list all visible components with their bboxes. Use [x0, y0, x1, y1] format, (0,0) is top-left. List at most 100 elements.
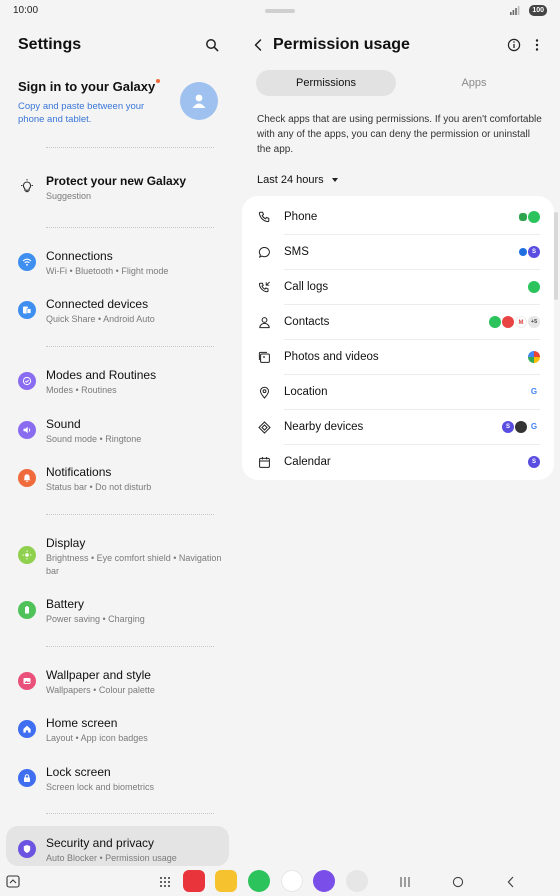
scrollbar[interactable] — [554, 212, 558, 300]
tab-bar: Permissions Apps — [256, 70, 544, 96]
time-range-dropdown[interactable]: Last 24 hours — [257, 174, 338, 186]
phone-icon — [258, 211, 270, 223]
dock-app-phone-icon[interactable] — [248, 870, 270, 892]
settings-item-title: Home screen — [46, 716, 118, 730]
app-icons: S — [519, 246, 540, 258]
time-range-label: Last 24 hours — [257, 174, 324, 186]
settings-item-subtitle: Wi-Fi • Bluetooth • Flight mode — [46, 266, 169, 276]
settings-item-connected-devices[interactable]: Connected devices Quick Share • Android … — [18, 297, 224, 329]
photos-icon — [258, 351, 270, 363]
permission-row-contacts[interactable]: Contacts M +5 — [242, 305, 554, 340]
dock-app-camera-icon[interactable] — [346, 870, 368, 892]
settings-item-modes-routines[interactable]: Modes and Routines Modes • Routines — [18, 368, 224, 400]
signal-icon — [510, 6, 520, 15]
routines-icon — [18, 372, 36, 390]
lock-icon — [18, 769, 36, 787]
messages-app-icon — [519, 248, 527, 256]
settings-item-title: Connections — [46, 249, 113, 263]
signin-subtitle: Copy and paste between your phone and ta… — [18, 101, 145, 125]
settings-item-subtitle: Screen lock and biometrics — [46, 782, 155, 792]
battery-level: 100 — [529, 5, 547, 16]
settings-item-sound[interactable]: Sound Sound mode • Ringtone — [18, 417, 224, 449]
message-icon — [258, 246, 270, 259]
app-icons: S G — [502, 421, 540, 433]
page-title: Permission usage — [273, 36, 410, 53]
settings-item-notifications[interactable]: Notifications Status bar • Do not distur… — [18, 465, 224, 497]
dock-app-flip-icon[interactable] — [183, 870, 205, 892]
settings-item-subtitle: Power saving • Charging — [46, 614, 145, 624]
permission-label: Phone — [284, 211, 318, 223]
tab-permissions[interactable]: Permissions — [256, 70, 396, 96]
permission-row-nearby-devices[interactable]: Nearby devices S G — [242, 410, 554, 445]
devices-icon — [18, 301, 36, 319]
settings-item-subtitle: Brightness • Eye comfort shield • Naviga… — [46, 553, 222, 576]
settings-item-subtitle: Wallpapers • Colour palette — [46, 685, 155, 695]
settings-item-subtitle: Status bar • Do not disturb — [46, 482, 152, 492]
location-icon — [259, 386, 270, 399]
permission-row-photos[interactable]: Photos and videos — [242, 340, 554, 375]
divider — [46, 813, 214, 814]
tab-apps[interactable]: Apps — [404, 70, 544, 96]
settings-item-protect-galaxy[interactable]: Protect your new Galaxy Suggestion — [18, 174, 224, 204]
more-options-icon[interactable] — [534, 38, 540, 52]
settings-item-title: Security and privacy — [46, 836, 155, 850]
screen: 10:00 100 Settings Sign in to your Galax… — [0, 0, 560, 896]
permission-row-call-logs[interactable]: Call logs — [242, 270, 554, 305]
bell-icon — [18, 469, 36, 487]
notification-dot — [156, 79, 161, 83]
settings-title: Settings — [18, 36, 82, 53]
settings-item-connections[interactable]: Connections Wi-Fi • Bluetooth • Flight m… — [18, 249, 224, 281]
sun-icon — [18, 546, 36, 564]
permission-row-location[interactable]: Location G — [242, 375, 554, 410]
settings-item-title: Modes and Routines — [46, 368, 157, 382]
dock-app-notes-icon[interactable] — [215, 870, 237, 892]
settings-item-lock-screen[interactable]: Lock screen Screen lock and biometrics — [18, 765, 224, 797]
battery-icon — [18, 601, 36, 619]
settings-item-battery[interactable]: Battery Power saving • Charging — [18, 597, 224, 629]
app-icons — [519, 211, 540, 223]
dock-app-internet-icon[interactable] — [313, 870, 335, 892]
back-button-icon[interactable] — [505, 874, 517, 890]
recents-icon[interactable] — [399, 874, 411, 890]
nearby-icon — [258, 421, 271, 434]
settings-item-title: Wallpaper and style — [46, 668, 151, 682]
permission-label: Location — [284, 386, 328, 398]
dock-app-messages-icon[interactable] — [281, 870, 303, 892]
smartthings-app-icon — [515, 421, 527, 433]
settings-item-security-privacy[interactable]: Security and privacy Auto Blocker • Perm… — [18, 836, 224, 868]
permission-row-calendar[interactable]: Calendar S — [242, 445, 554, 480]
app-icons: M +5 — [489, 316, 540, 328]
permission-row-phone[interactable]: Phone — [242, 200, 554, 235]
avatar[interactable] — [180, 82, 218, 120]
settings-item-home-screen[interactable]: Home screen Layout • App icon badges — [18, 716, 224, 748]
sound-icon — [18, 421, 36, 439]
permission-label: Call logs — [284, 281, 329, 293]
permission-row-sms[interactable]: SMS S — [242, 235, 554, 270]
settings-item-subtitle: Layout • App icon badges — [46, 733, 148, 743]
wifi-icon — [18, 253, 36, 271]
permission-label: SMS — [284, 246, 309, 258]
more-apps-badge: +5 — [528, 316, 540, 328]
back-arrow-icon[interactable] — [252, 38, 264, 52]
app-icons — [528, 351, 540, 363]
caret-down-icon — [331, 178, 338, 183]
info-icon[interactable] — [507, 38, 521, 52]
app-drawer-icon[interactable] — [158, 874, 172, 890]
handle-pill[interactable] — [265, 9, 295, 13]
taskbar-apps-icon[interactable] — [6, 874, 20, 890]
gmail-app-icon: M — [515, 316, 527, 328]
settings-item-title: Display — [46, 536, 86, 550]
home-button-icon[interactable] — [451, 874, 465, 890]
status-bar: 10:00 100 — [0, 0, 560, 22]
shield-icon — [18, 840, 36, 858]
settings-item-display[interactable]: Display Brightness • Eye comfort shield … — [18, 536, 224, 580]
settings-item-title: Connected devices — [46, 297, 149, 311]
search-icon[interactable] — [205, 38, 219, 52]
wallpaper-icon — [18, 672, 36, 690]
settings-item-wallpaper[interactable]: Wallpaper and style Wallpapers • Colour … — [18, 668, 224, 700]
signin-title-text: Sign in to your Galaxy — [18, 79, 156, 94]
status-time: 10:00 — [13, 5, 39, 16]
permissions-card: Phone SMS S Call logs Contacts M +5 Phot… — [242, 196, 554, 480]
phone-app-icon — [528, 281, 540, 293]
taskbar — [0, 868, 560, 896]
